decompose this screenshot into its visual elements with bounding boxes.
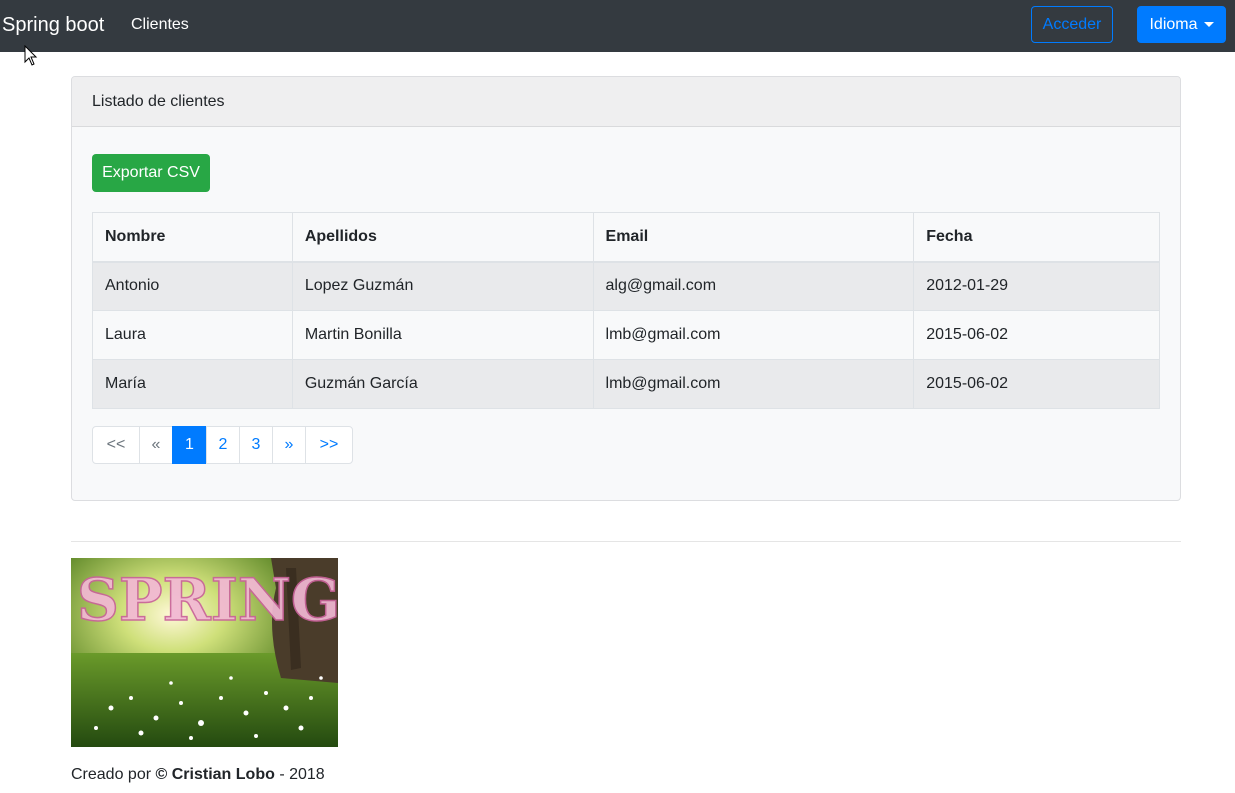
page-2[interactable]: 2 [206,426,240,464]
cell-apellidos: Lopez Guzmán [291,261,594,311]
page-next[interactable]: » [272,426,306,464]
caret-down-icon [1203,22,1214,27]
column-header-nombre: Nombre [92,212,293,263]
footer-prefix: Creado por [71,766,152,783]
idioma-label: Idioma [1149,15,1198,33]
column-header-email: Email [592,212,915,263]
footer-separator: - [279,766,285,783]
cell-fecha: 2015-06-02 [913,359,1160,409]
cell-fecha: 2012-01-29 [913,261,1160,311]
footer-author: Cristian Lobo [171,766,275,783]
clientes-table: Nombre Apellidos Email Fecha Antonio Lop… [92,212,1160,409]
acceder-button[interactable]: Acceder [1031,6,1113,43]
footer-copyright: © [155,766,168,783]
table-row: Antonio Lopez Guzmán alg@gmail.com 2012-… [92,261,1160,311]
cell-email: lmb@gmail.com [592,310,915,360]
table-row: Laura Martin Bonilla lmb@gmail.com 2015-… [92,310,1160,360]
page-3[interactable]: 3 [239,426,273,464]
table-header-row: Nombre Apellidos Email Fecha [92,212,1160,263]
export-csv-button[interactable]: Exportar CSV [92,154,210,192]
navbar-brand[interactable]: Spring boot [2,12,104,38]
cell-nombre: Laura [92,310,293,360]
cell-nombre: María [92,359,293,409]
cell-apellidos: Guzmán García [291,359,594,409]
footer-year: 2018 [289,766,325,783]
idioma-dropdown-button[interactable]: Idioma [1137,6,1226,43]
mouse-pointer-icon [24,45,38,66]
cell-email: lmb@gmail.com [592,359,915,409]
page-last[interactable]: >> [305,426,353,464]
nav-link-clientes[interactable]: Clientes [131,15,189,35]
footer-credits: Creado por © Cristian Lobo - 2018 [71,766,325,784]
column-header-fecha: Fecha [913,212,1160,263]
spring-lettering: SPRING [76,565,338,635]
page-previous[interactable]: « [139,426,173,464]
card-title: Listado de clientes [92,92,225,110]
page-first[interactable]: << [92,426,140,464]
cell-email: alg@gmail.com [592,261,915,311]
top-navbar: Spring boot Clientes Acceder Idioma [0,0,1235,52]
pagination: << « 1 2 3 » >> [92,426,353,464]
footer-divider [71,541,1181,542]
page-1[interactable]: 1 [172,426,207,464]
table-row: María Guzmán García lmb@gmail.com 2015-0… [92,359,1160,409]
clientes-card: Listado de clientes Exportar CSV Nombre … [71,76,1181,501]
cell-apellidos: Martin Bonilla [291,310,594,360]
card-header: Listado de clientes [72,77,1180,127]
column-header-apellidos: Apellidos [291,212,594,263]
cell-nombre: Antonio [92,261,293,311]
svg-text:SPRING: SPRING [77,566,338,634]
spring-image: SPRING [71,558,338,747]
cell-fecha: 2015-06-02 [913,310,1160,360]
